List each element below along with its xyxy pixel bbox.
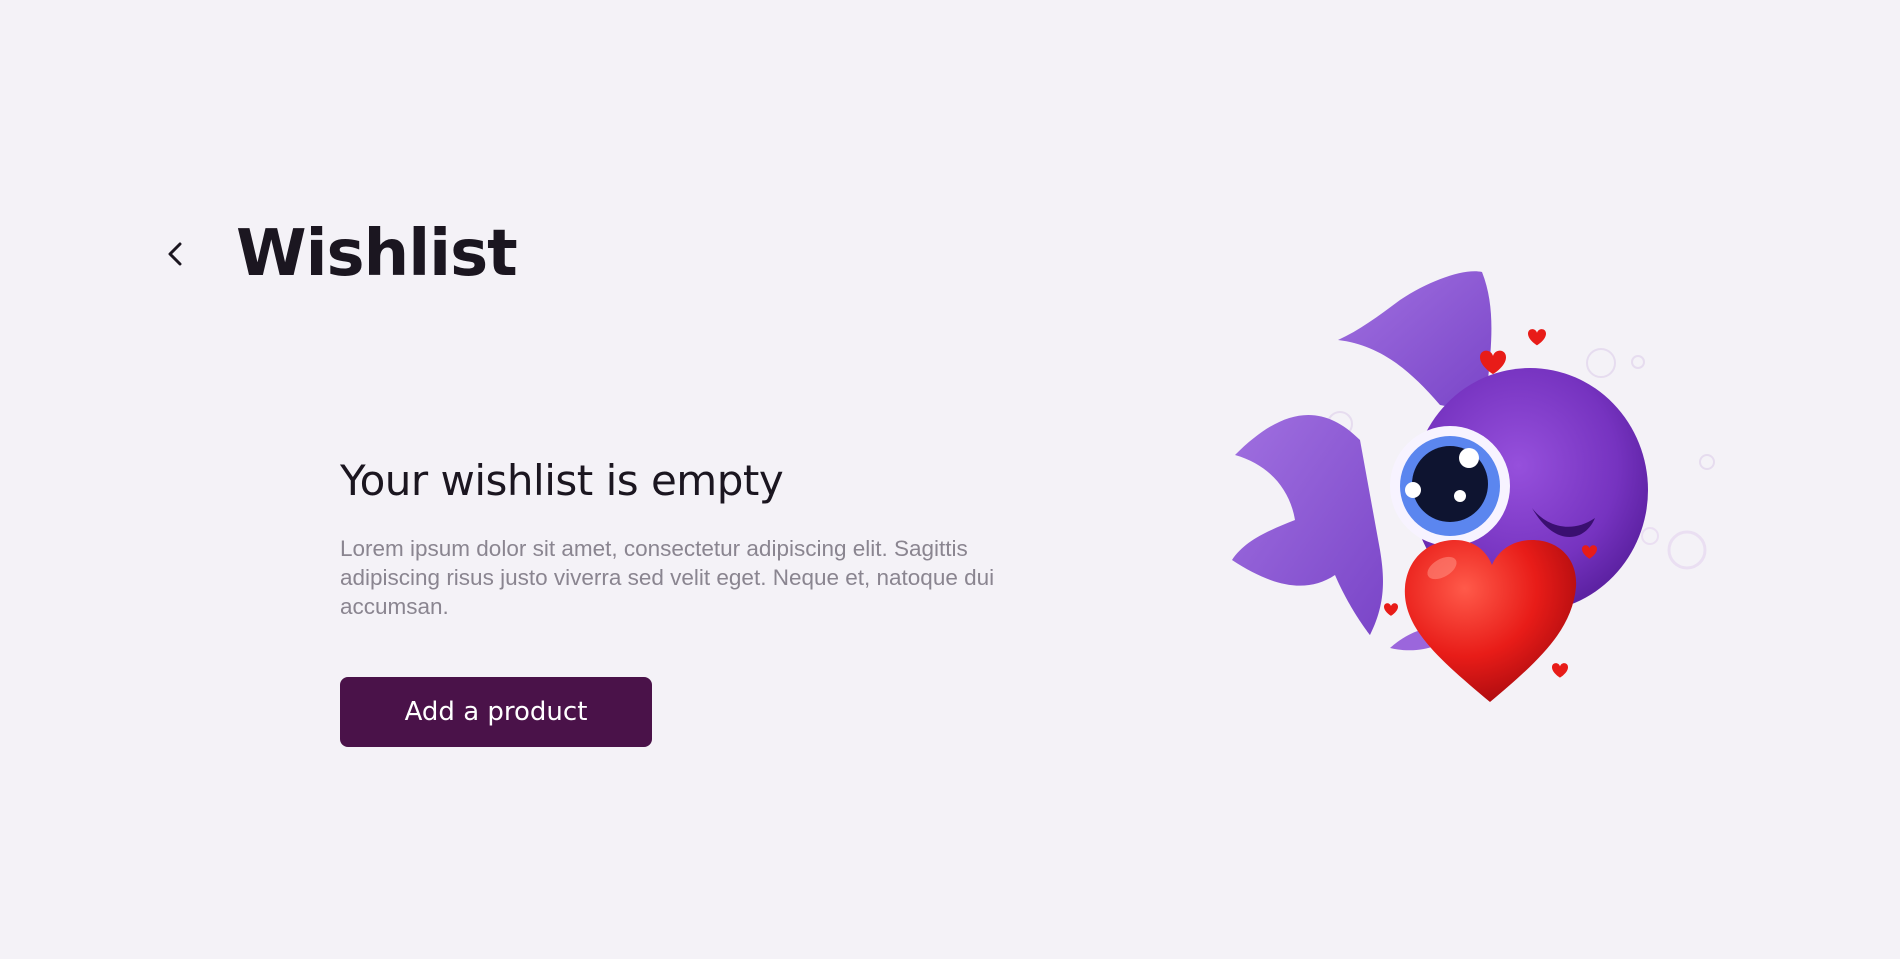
small-heart-icon [1384, 603, 1398, 616]
empty-state: Your wishlist is empty Lorem ipsum dolor… [340, 456, 1020, 748]
wishlist-page: Wishlist Your wishlist is empty Lorem ip… [0, 0, 1900, 959]
chevron-left-icon [168, 242, 182, 266]
add-product-button[interactable]: Add a product [340, 677, 652, 748]
bubble-decoration [1667, 530, 1707, 570]
small-heart-icon [1528, 329, 1546, 346]
empty-state-title: Your wishlist is empty [340, 456, 784, 505]
page-title: Wishlist [236, 217, 518, 291]
bubble-decoration [1631, 355, 1645, 369]
bubble-decoration [1641, 527, 1659, 545]
page-header: Wishlist [160, 214, 518, 294]
back-button[interactable] [160, 234, 190, 274]
small-heart-icon [1552, 663, 1568, 678]
tail-fin [1232, 414, 1383, 635]
empty-state-description: Lorem ipsum dolor sit amet, consectetur … [340, 536, 995, 620]
bubble-decoration [1586, 348, 1616, 378]
bubble-decoration [1699, 454, 1715, 470]
big-heart-icon [1404, 540, 1577, 702]
fish-illustration-svg [1232, 271, 1715, 702]
fish-with-heart-illustration [1210, 250, 1750, 730]
